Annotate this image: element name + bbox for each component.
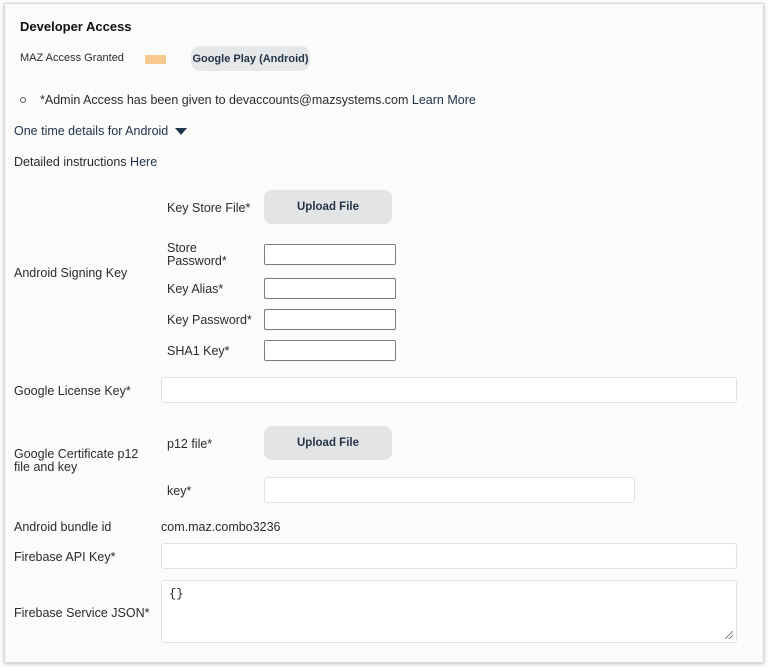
key-password-label: Key Password* bbox=[167, 313, 252, 327]
instructions-line: Detailed instructions Here bbox=[14, 155, 157, 169]
resize-grip-icon[interactable] bbox=[725, 631, 733, 639]
key-store-file-label: Key Store File* bbox=[167, 201, 251, 215]
developer-access-card: Developer Access MAZ Access Granted Goog… bbox=[4, 3, 764, 663]
admin-notice-text: *Admin Access has been given to devaccou… bbox=[40, 93, 409, 107]
certificate-key-input[interactable] bbox=[264, 477, 635, 503]
android-signing-key-label: Android Signing Key bbox=[14, 266, 128, 280]
android-details-toggle[interactable]: One time details for Android bbox=[14, 124, 188, 138]
store-password-label: Store Password* bbox=[167, 241, 227, 268]
key-alias-label: Key Alias* bbox=[167, 282, 224, 296]
firebase-api-key-label: Firebase API Key* bbox=[14, 550, 116, 564]
google-certificate-label: Google Certificate p12 file and key bbox=[14, 447, 139, 474]
android-bundle-id-value: com.maz.combo3236 bbox=[161, 520, 281, 534]
p12-file-label: p12 file* bbox=[167, 437, 213, 451]
sha1-key-label: SHA1 Key* bbox=[167, 344, 230, 358]
android-details-label: One time details for Android bbox=[14, 124, 169, 138]
bullet-icon bbox=[20, 97, 26, 103]
access-granted-label: MAZ Access Granted bbox=[20, 52, 124, 64]
admin-notice: *Admin Access has been given to devaccou… bbox=[40, 93, 476, 107]
firebase-service-json-value: {} bbox=[169, 587, 184, 601]
instructions-text: Detailed instructions bbox=[14, 155, 127, 169]
key-password-input[interactable] bbox=[264, 309, 396, 330]
platform-pill[interactable]: Google Play (Android) bbox=[191, 46, 310, 71]
firebase-api-key-input[interactable] bbox=[161, 543, 737, 569]
certificate-key-label: key* bbox=[167, 484, 192, 498]
firebase-service-json-label: Firebase Service JSON* bbox=[14, 606, 150, 620]
android-bundle-id-label: Android bundle id bbox=[14, 520, 112, 534]
key-store-upload-button[interactable]: Upload File bbox=[264, 190, 392, 224]
key-alias-input[interactable] bbox=[264, 278, 396, 299]
store-password-input[interactable] bbox=[264, 244, 396, 265]
p12-upload-button[interactable]: Upload File bbox=[264, 426, 392, 460]
instructions-here-link[interactable]: Here bbox=[130, 155, 157, 169]
sha1-key-input[interactable] bbox=[264, 340, 396, 361]
google-license-key-input[interactable] bbox=[161, 377, 737, 403]
section-title: Developer Access bbox=[20, 19, 132, 34]
access-status-swatch bbox=[145, 55, 166, 64]
learn-more-link[interactable]: Learn More bbox=[412, 93, 476, 107]
caret-down-icon bbox=[175, 127, 188, 135]
google-license-key-label: Google License Key* bbox=[14, 384, 131, 398]
firebase-service-json-textarea[interactable]: {} bbox=[161, 580, 737, 643]
